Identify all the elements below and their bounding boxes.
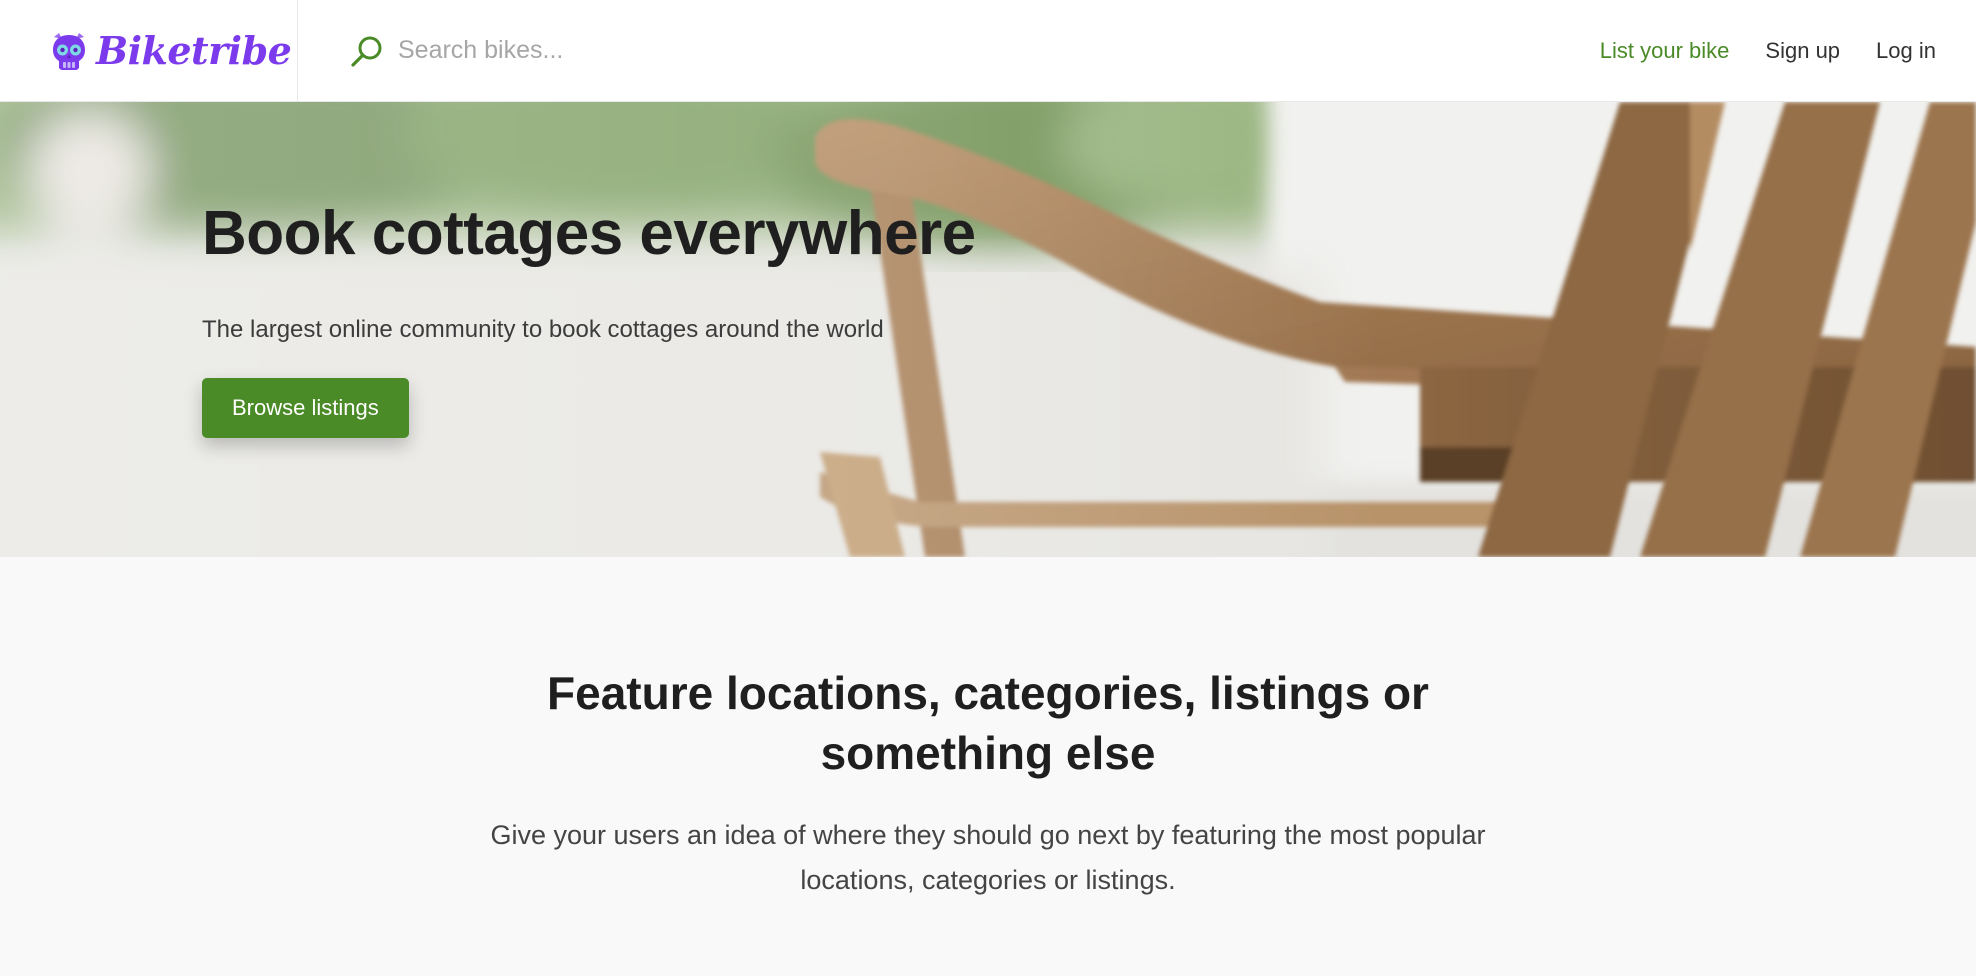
hero-title: Book cottages everywhere (202, 199, 976, 268)
sign-up-link[interactable]: Sign up (1765, 38, 1840, 64)
log-in-link[interactable]: Log in (1876, 38, 1936, 64)
search-bar (298, 0, 1564, 102)
hero-subtitle: The largest online community to book cot… (202, 316, 884, 344)
search-input[interactable] (398, 25, 1098, 76)
brand-name: Biketribe (96, 28, 292, 73)
search-icon (351, 36, 382, 67)
list-your-bike-link[interactable]: List your bike (1600, 38, 1730, 64)
hero-section: Book cottages everywhere The largest onl… (0, 102, 1976, 557)
featured-heading: Feature locations, categories, listings … (547, 667, 1429, 779)
browse-listings-button[interactable]: Browse listings (202, 378, 409, 439)
skull-logo-icon (53, 32, 85, 70)
hero-content: Book cottages everywhere The largest onl… (202, 199, 976, 439)
featured-section: Feature locations, categories, listings … (0, 557, 1976, 976)
primary-nav: List your bike Sign up Log in (1564, 0, 1976, 102)
top-navbar: Biketribe List your bike Sign up Log in (0, 0, 1976, 102)
brand-logo[interactable]: Biketribe (0, 0, 298, 102)
featured-description: Give your users an idea of where they sh… (490, 820, 1486, 895)
